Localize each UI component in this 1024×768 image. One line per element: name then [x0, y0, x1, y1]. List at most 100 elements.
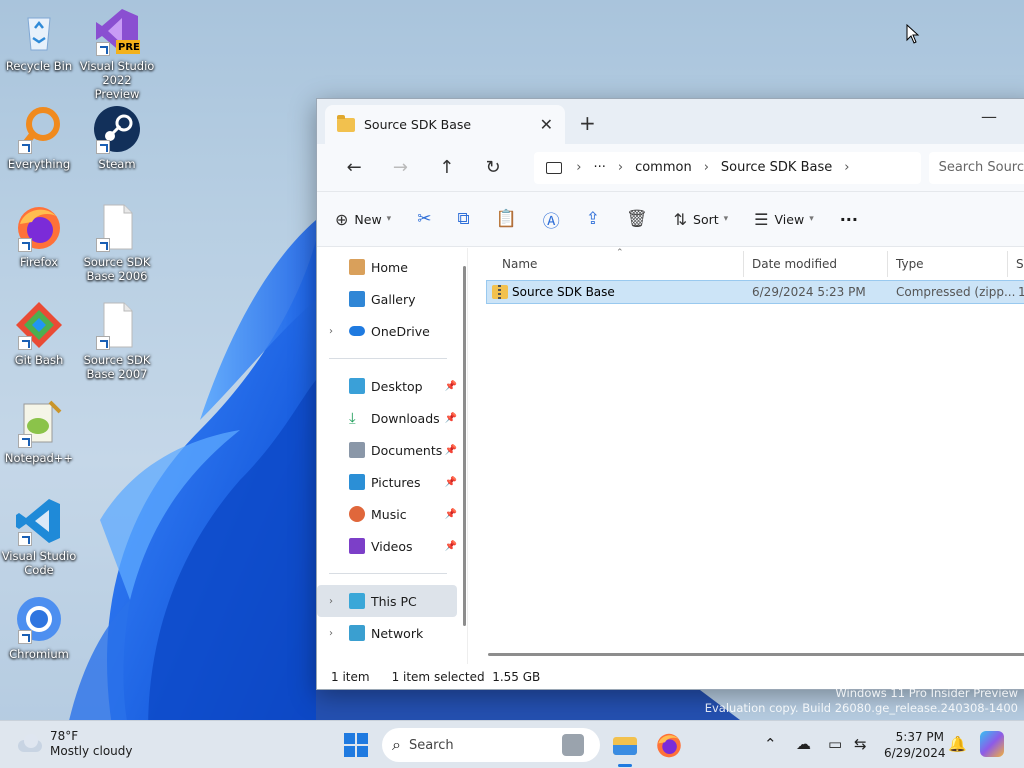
chevron-down-icon: ▾: [809, 214, 814, 224]
network-tray-icon[interactable]: ⇆: [854, 735, 867, 753]
nav-item-network[interactable]: › Network: [317, 617, 457, 649]
table-row[interactable]: Source SDK Base 6/29/2024 5:23 PM Compre…: [486, 280, 1024, 304]
vscode-icon: [14, 496, 64, 546]
desktop-icon-recycle-bin[interactable]: Recycle Bin: [1, 6, 77, 73]
nav-item-documents[interactable]: Documents 📌: [317, 434, 457, 466]
horizontal-scrollbar[interactable]: [488, 653, 1024, 656]
nav-item-pictures[interactable]: Pictures 📌: [317, 466, 457, 498]
chevron-right-icon[interactable]: ›: [329, 596, 333, 607]
desktop-icon-label: Visual Studio 2022 Preview: [79, 59, 155, 101]
search-input[interactable]: Search Source SDK Base: [928, 151, 1024, 184]
active-app-indicator: [618, 764, 632, 767]
start-button[interactable]: [344, 733, 368, 757]
item-count: 1 item: [331, 669, 370, 684]
document-icon: [349, 442, 365, 458]
rename-icon[interactable]: Ⓐ: [543, 207, 560, 232]
search-highlight-icon: [562, 734, 584, 756]
desktop-icon-everything[interactable]: Everything: [1, 104, 77, 171]
desktop-icon-git-bash[interactable]: Git Bash: [1, 300, 77, 367]
system-clock[interactable]: 5:37 PM 6/29/2024: [884, 729, 946, 761]
shortcut-arrow-icon: [96, 238, 110, 252]
nav-item-videos[interactable]: Videos 📌: [317, 530, 457, 562]
desktop-icon-label: Source SDK Base 2006: [83, 255, 151, 283]
nav-item-music[interactable]: Music 📌: [317, 498, 457, 530]
desktop-icon-visual-studio-2022[interactable]: PRE Visual Studio 2022 Preview: [79, 6, 155, 101]
desktop-icon-chromium[interactable]: Chromium: [1, 594, 77, 661]
desktop-icon-source-sdk-2007[interactable]: Source SDK Base 2007: [79, 300, 155, 381]
picture-icon: [349, 474, 365, 490]
desktop-icon-label: Source SDK Base 2007: [83, 353, 151, 381]
column-header-size[interactable]: S: [1008, 251, 1024, 277]
taskbar-file-explorer[interactable]: [611, 731, 639, 759]
minimize-button[interactable]: —: [981, 107, 997, 126]
nav-pane-scrollbar[interactable]: [463, 266, 466, 626]
desktop-icon-source-sdk-2006[interactable]: Source SDK Base 2006: [79, 202, 155, 283]
breadcrumb-overflow[interactable]: ···: [593, 160, 605, 175]
copilot-preview-icon[interactable]: [980, 731, 1004, 757]
chevron-down-icon: ▾: [723, 214, 729, 224]
chevron-right-icon[interactable]: ›: [329, 326, 333, 337]
desktop-icon-steam[interactable]: Steam: [79, 104, 155, 171]
pin-icon: 📌: [444, 540, 457, 552]
chevron-right-icon[interactable]: ›: [329, 628, 333, 639]
back-button[interactable]: ←: [331, 157, 377, 178]
sort-button[interactable]: ⇅ Sort ▾: [674, 210, 729, 229]
column-header-type[interactable]: Type: [888, 251, 1008, 277]
copy-icon[interactable]: ⧉: [457, 209, 469, 229]
taskbar-firefox[interactable]: [655, 731, 683, 759]
nav-item-downloads[interactable]: ⤓ Downloads 📌: [317, 402, 457, 434]
nav-item-label: This PC: [371, 593, 417, 609]
close-tab-button[interactable]: ✕: [540, 115, 553, 134]
desktop-icon-firefox[interactable]: Firefox: [1, 202, 77, 269]
weather-widget[interactable]: 78°F Mostly cloudy: [16, 729, 133, 759]
chevron-right-icon: ›: [617, 160, 624, 175]
file-explorer-window[interactable]: Source SDK Base ✕ + — ← → ↑ ↻ › ··· › co…: [316, 98, 1024, 690]
view-button-label: View: [774, 211, 805, 227]
taskbar-search[interactable]: ⌕ Search: [382, 728, 600, 762]
new-tab-button[interactable]: +: [579, 111, 596, 135]
onedrive-offline-icon[interactable]: ☁: [796, 735, 811, 753]
title-bar[interactable]: Source SDK Base ✕ + —: [317, 99, 1024, 144]
sort-button-label: Sort: [693, 211, 719, 227]
pin-icon: 📌: [444, 380, 457, 392]
desktop-icon-label: Firefox: [19, 255, 59, 269]
forward-button[interactable]: →: [377, 157, 423, 178]
nav-item-home[interactable]: Home: [317, 251, 457, 283]
delete-icon[interactable]: 🗑: [626, 209, 648, 229]
more-options-button[interactable]: ···: [840, 210, 858, 229]
column-header-name[interactable]: Name: [468, 251, 744, 277]
view-button[interactable]: ☰ View ▾: [754, 210, 814, 229]
paste-icon[interactable]: 📋: [496, 209, 517, 229]
cut-icon[interactable]: ✂: [417, 209, 431, 229]
breadcrumb-source-sdk-base[interactable]: Source SDK Base: [721, 160, 832, 175]
nav-item-desktop[interactable]: Desktop 📌: [317, 370, 457, 402]
notification-bell-icon[interactable]: 🔔: [948, 735, 967, 753]
nav-item-onedrive[interactable]: › OneDrive: [317, 315, 457, 347]
shortcut-arrow-icon: [18, 336, 32, 350]
desktop-icon-notepad-plus-plus[interactable]: Notepad++: [1, 398, 77, 465]
desktop-icon-label: Visual Studio Code: [1, 549, 77, 577]
breadcrumb-common[interactable]: common: [635, 160, 692, 175]
nav-item-label: Downloads: [371, 410, 440, 426]
display-icon[interactable]: ▭: [828, 735, 842, 753]
watermark-line: Evaluation copy. Build 26080.ge_release.…: [704, 701, 1018, 715]
chevron-up-icon[interactable]: ⌃: [764, 735, 777, 753]
nav-item-this-pc[interactable]: › This PC: [317, 585, 457, 617]
sort-ascending-icon: ⌃: [616, 248, 624, 258]
recycle-bin-icon: [14, 6, 64, 56]
divider: [329, 358, 447, 359]
firefox-icon: [14, 202, 64, 252]
clock-time: 5:37 PM: [895, 730, 944, 744]
desktop-icon-vscode[interactable]: Visual Studio Code: [1, 496, 77, 577]
refresh-button[interactable]: ↻: [470, 157, 516, 178]
address-bar[interactable]: › ··· › common › Source SDK Base ›: [534, 151, 921, 184]
column-header-date[interactable]: Date modified: [744, 251, 888, 277]
up-button[interactable]: ↑: [424, 157, 470, 178]
pin-icon: 📌: [444, 508, 457, 520]
share-icon[interactable]: ⇪: [586, 209, 600, 229]
nav-item-gallery[interactable]: Gallery: [317, 283, 457, 315]
tab-source-sdk-base[interactable]: Source SDK Base ✕: [325, 105, 565, 144]
steam-icon: [92, 104, 142, 154]
new-button[interactable]: ⊕ New ▾: [335, 210, 391, 229]
file-date: 6/29/2024 5:23 PM: [752, 285, 866, 299]
